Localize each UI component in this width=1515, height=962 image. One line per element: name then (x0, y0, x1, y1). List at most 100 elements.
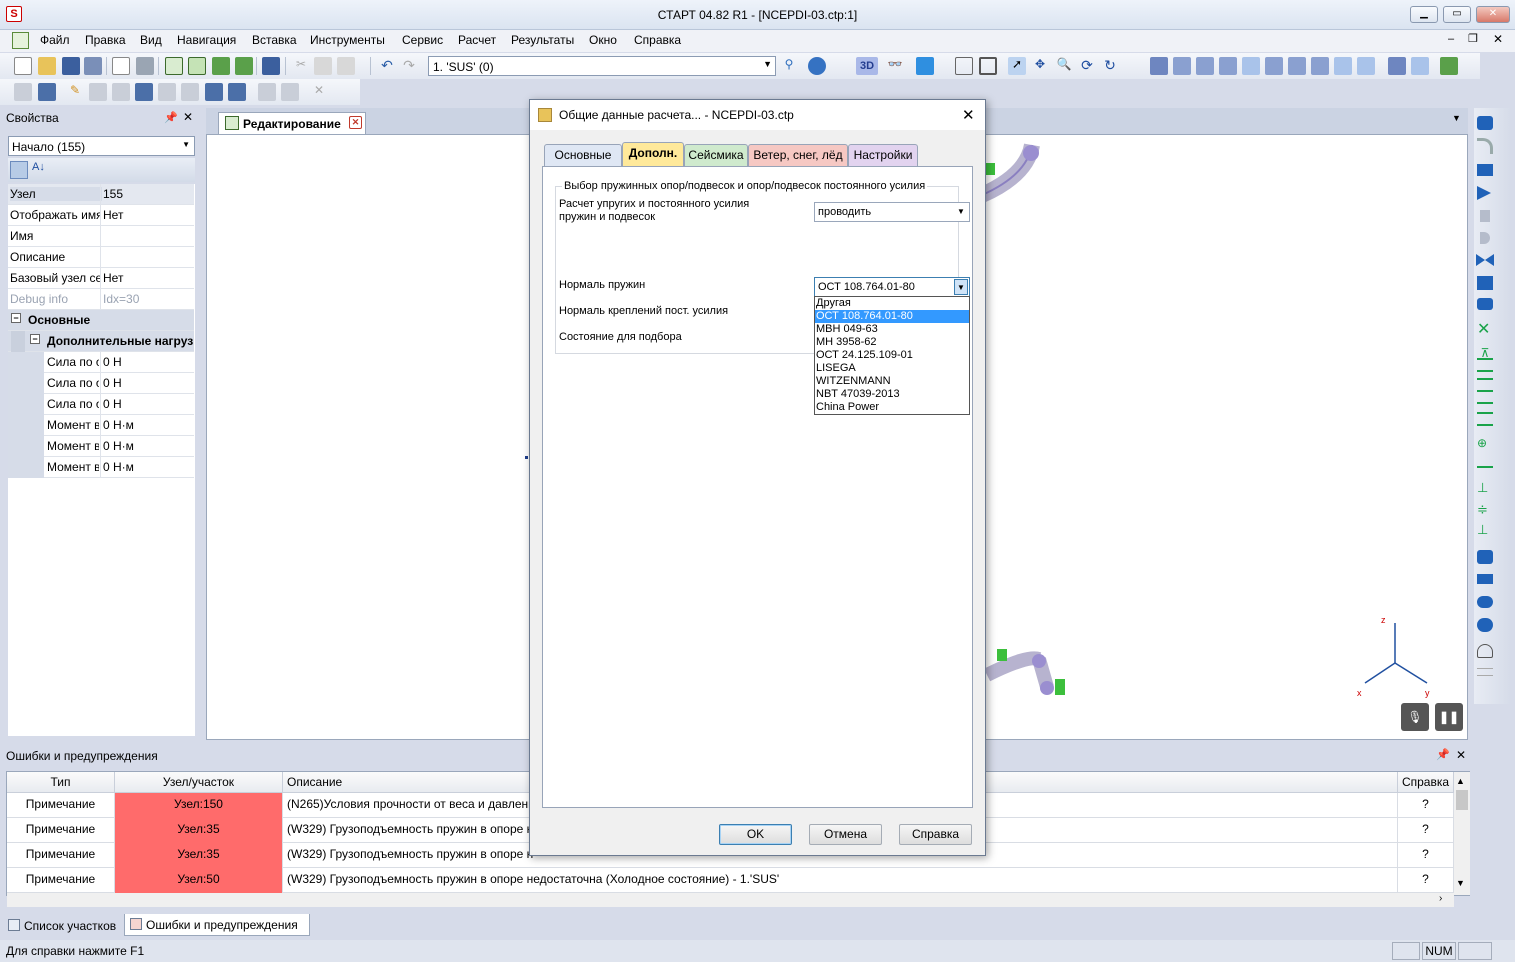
binoculars-icon[interactable]: 👓 (886, 57, 904, 75)
loadcase-select[interactable]: 1. 'SUS' (0) ▼ (428, 56, 776, 76)
display-mode-1-icon[interactable] (1150, 57, 1168, 75)
tab-main[interactable]: Основные (544, 144, 622, 166)
prop-row-base-node[interactable]: Базовый узел сеченияНет (8, 268, 194, 289)
error-help-button[interactable]: ? (1398, 818, 1454, 843)
error-help-button[interactable]: ? (1398, 843, 1454, 868)
spring-norm-option[interactable]: LISEGA (815, 362, 969, 375)
pan-icon[interactable]: ✥ (1031, 57, 1049, 75)
panel-close-icon[interactable]: ✕ (183, 110, 193, 124)
mdi-restore-button[interactable]: ❐ (1468, 32, 1478, 45)
document-icon[interactable] (12, 32, 29, 49)
spring-norm-option[interactable]: ОСТ 24.125.109-01 (815, 349, 969, 362)
pause-icon[interactable]: ❚❚ (1435, 703, 1463, 731)
spring-norm-option[interactable]: МВН 049-63 (815, 323, 969, 336)
paste-icon[interactable] (337, 57, 355, 75)
tool-5-icon[interactable] (158, 83, 176, 101)
tool-8-icon[interactable] (228, 83, 246, 101)
menu-file[interactable]: Файл (40, 33, 70, 47)
edit-mode-icon[interactable] (165, 57, 183, 75)
node-tool-icon[interactable]: ⚲ (780, 57, 798, 75)
orbit-icon[interactable]: ↻ (1101, 57, 1119, 75)
zoom-window-icon[interactable] (955, 57, 973, 75)
group-main[interactable]: − Основные (8, 310, 194, 331)
prop-row-moment-x[interactable]: Момент вокруг X 0 Н·м (8, 415, 194, 436)
microphone-icon[interactable]: 🎙 (1401, 703, 1429, 731)
tab-seismic[interactable]: Сейсмика (684, 144, 748, 166)
spring-norm-option[interactable]: ОСТ 108.764.01-80 (815, 310, 969, 323)
menu-service[interactable]: Сервис (402, 33, 443, 47)
menu-results[interactable]: Результаты (511, 33, 574, 47)
gauge-icon[interactable] (1477, 644, 1493, 658)
spring-norm-select[interactable]: ОСТ 108.764.01-80 ▼ (814, 277, 970, 297)
delete-icon[interactable]: ✕ (310, 83, 328, 101)
close-button[interactable]: ✕ (1476, 6, 1510, 23)
view-3d-button[interactable]: 3D (856, 57, 878, 75)
redo-icon[interactable]: ↷ (400, 57, 418, 75)
tool-6-icon[interactable] (181, 83, 199, 101)
spring-norm-option[interactable]: WITZENMANN (815, 375, 969, 388)
ok-button[interactable]: OK (719, 824, 792, 845)
vertical-stop-icon[interactable]: ⊥ (1477, 522, 1488, 538)
error-row[interactable]: Примечание Узел:50 (W329) Грузоподъемность… (7, 868, 1454, 893)
print-preview-icon[interactable] (112, 57, 130, 75)
table-icon[interactable] (262, 57, 280, 75)
display-mode-12-icon[interactable] (1411, 57, 1429, 75)
spring-norm-option[interactable]: China Power (815, 401, 969, 414)
tab-wind-snow-ice[interactable]: Ветер, снег, лёд (748, 144, 848, 166)
tool-7-icon[interactable] (205, 83, 223, 101)
pump-icon[interactable] (1477, 618, 1493, 632)
display-mode-2-icon[interactable] (1173, 57, 1191, 75)
error-help-button[interactable]: ? (1398, 793, 1454, 818)
select-arrow-icon[interactable]: ➚ (1008, 57, 1026, 75)
object-selector[interactable]: Начало (155) ▼ (8, 136, 195, 156)
vessel-icon[interactable] (1477, 596, 1493, 608)
menu-calculation[interactable]: Расчет (458, 33, 496, 47)
error-node[interactable]: Узел:35 (115, 843, 283, 868)
save-as-icon[interactable] (84, 57, 102, 75)
cap-icon[interactable] (1480, 232, 1490, 244)
insert-element-icon[interactable] (14, 83, 32, 101)
display-mode-7-icon[interactable] (1288, 57, 1306, 75)
split-icon[interactable] (38, 83, 56, 101)
prop-row-node[interactable]: Узел 155 (8, 184, 194, 205)
panel-close-icon[interactable]: ✕ (1456, 748, 1466, 762)
prop-value[interactable]: 0 Н·м (103, 418, 193, 432)
compensator-icon[interactable] (1477, 276, 1493, 290)
tool-10-icon[interactable] (281, 83, 299, 101)
collapse-icon[interactable]: − (11, 313, 21, 323)
display-mode-9-icon[interactable] (1334, 57, 1352, 75)
prop-value[interactable]: 0 Н·м (103, 460, 193, 474)
display-mode-3-icon[interactable] (1196, 57, 1214, 75)
maximize-button[interactable]: ▭ (1443, 6, 1471, 23)
spring-support-icon[interactable] (1477, 412, 1493, 426)
edit-active-icon[interactable] (188, 57, 206, 75)
errors-scrollbar[interactable]: ▲ ▼ (1454, 772, 1470, 895)
open-folder-icon[interactable] (38, 57, 56, 75)
tool-2-icon[interactable] (89, 83, 107, 101)
tool-9-icon[interactable] (258, 83, 276, 101)
sort-alpha-icon[interactable]: A↓ (32, 161, 45, 173)
prop-value[interactable]: 0 Н (103, 376, 193, 390)
bend-icon[interactable] (1477, 138, 1493, 154)
tab-additional[interactable]: Дополн. (622, 142, 684, 167)
print-icon[interactable] (136, 57, 154, 75)
rotate-icon[interactable]: ⟳ (1078, 57, 1096, 75)
prop-row-moment-y[interactable]: Момент вокруг Y 0 Н·м (8, 436, 194, 457)
calculate-icon[interactable] (235, 57, 253, 75)
error-help-button[interactable]: ? (1398, 868, 1454, 893)
prop-value[interactable]: 0 Н (103, 355, 193, 369)
prop-row-name[interactable]: Имя (8, 226, 194, 247)
tool-3-icon[interactable] (112, 83, 130, 101)
help-button[interactable]: Справка (899, 824, 972, 845)
view-cube-icon[interactable] (916, 57, 934, 75)
tab-errors[interactable]: Ошибки и предупреждения (124, 914, 310, 936)
stop-icon[interactable] (1477, 458, 1493, 468)
tab-segment-list[interactable]: Список участков (6, 916, 124, 936)
help-context-icon[interactable] (808, 57, 826, 75)
display-mode-4-icon[interactable] (1219, 57, 1237, 75)
error-node[interactable]: Узел:50 (115, 868, 283, 893)
anchor-support-icon[interactable]: ✕ (1477, 322, 1490, 338)
menu-edit[interactable]: Правка (85, 33, 126, 47)
pipe-icon[interactable] (1477, 116, 1493, 130)
menu-help[interactable]: Справка (634, 33, 681, 47)
